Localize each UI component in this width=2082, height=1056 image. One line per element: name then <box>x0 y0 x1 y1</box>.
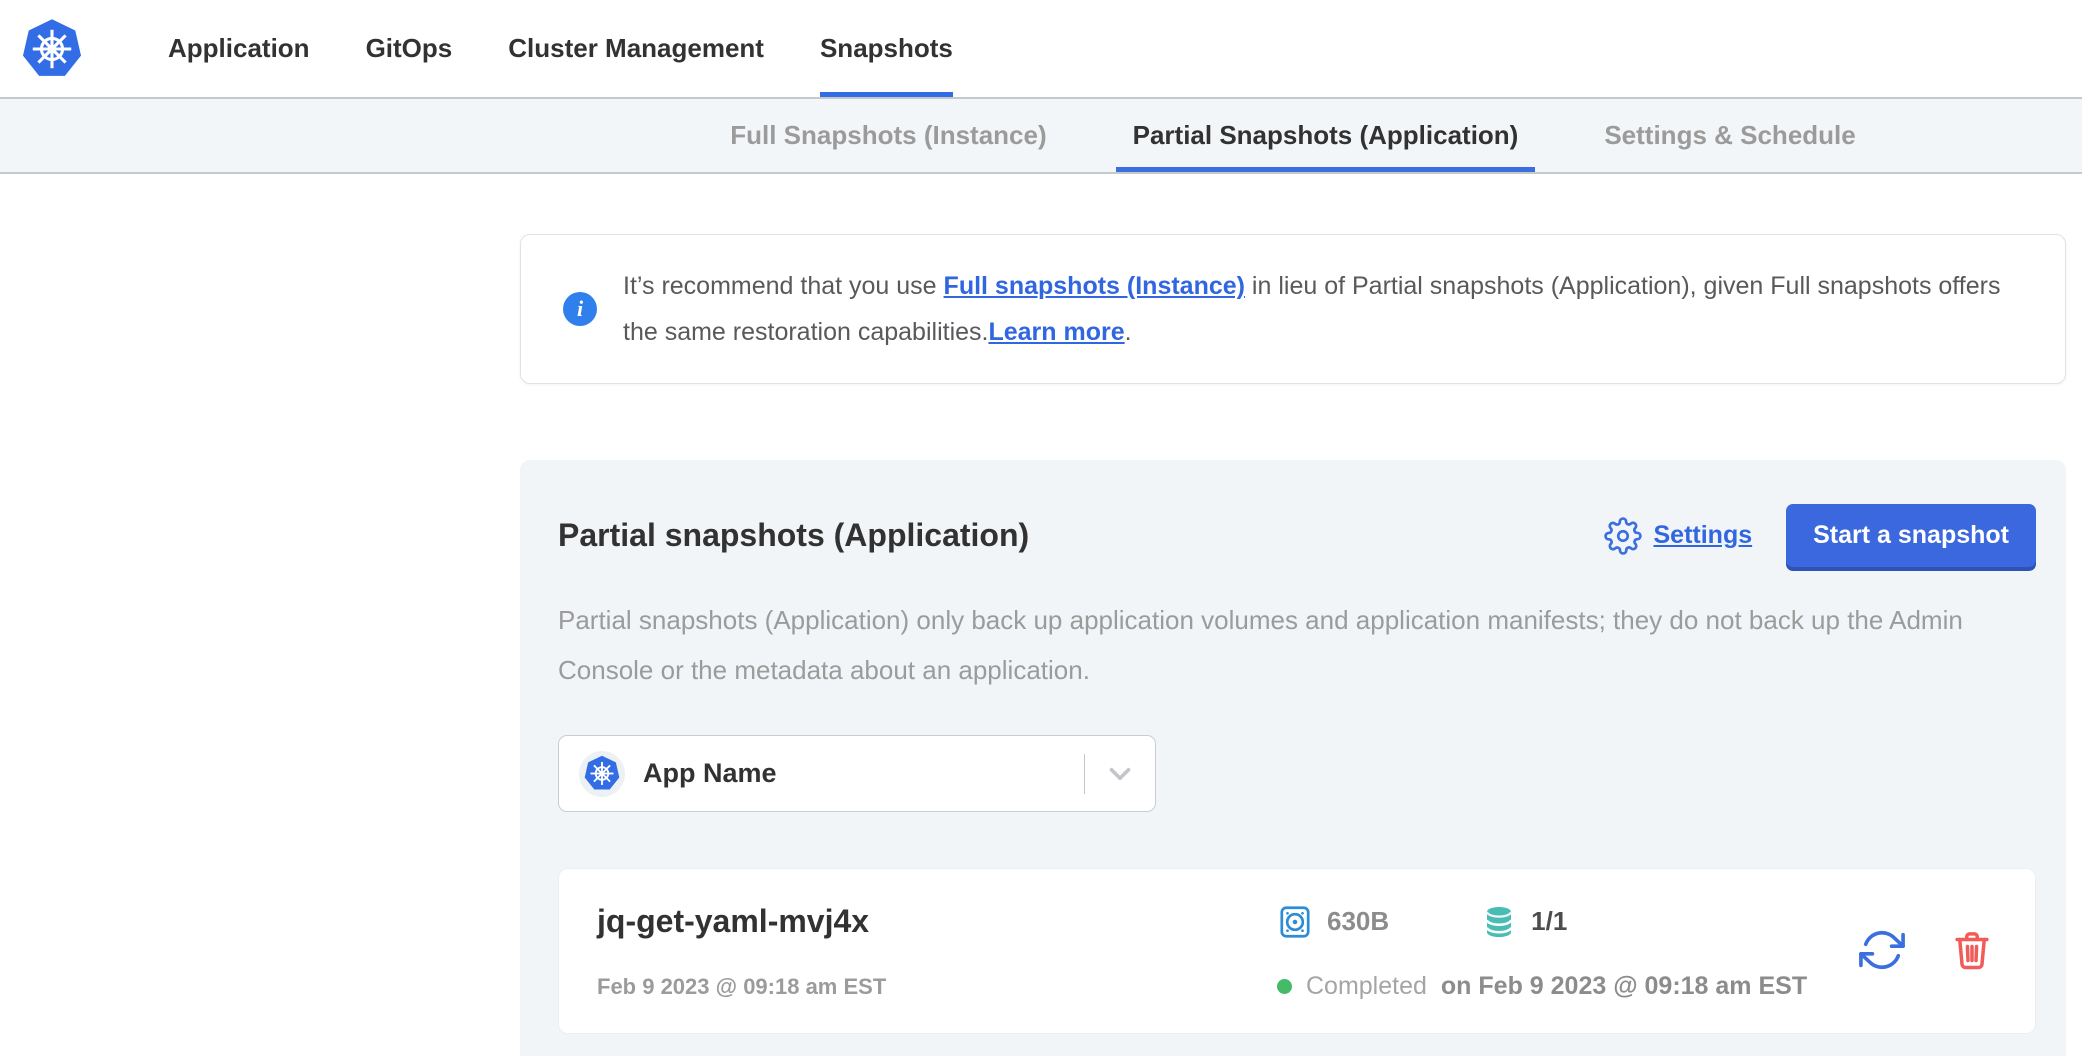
status-detail: on Feb 9 2023 @ 09:18 am EST <box>1441 972 1807 1001</box>
tab-settings-schedule[interactable]: Settings & Schedule <box>1587 99 1872 172</box>
status-dot-icon <box>1277 979 1292 994</box>
delete-icon[interactable] <box>1951 929 1993 976</box>
info-banner-text: It’s recommend that you use Full snapsho… <box>623 263 2023 355</box>
snapshot-row: jq-get-yaml-mvj4x 630B <box>558 868 2036 1034</box>
partial-snapshots-panel: Partial snapshots (Application) Settings… <box>520 460 2066 1056</box>
start-snapshot-button[interactable]: Start a snapshot <box>1786 504 2036 567</box>
settings-link-label: Settings <box>1654 521 1753 550</box>
nav-item-snapshots[interactable]: Snapshots <box>820 0 953 97</box>
info-text-after: . <box>1125 318 1132 346</box>
snapshot-size-value: 630B <box>1327 906 1389 937</box>
settings-link[interactable]: Settings <box>1604 517 1753 555</box>
nav-item-gitops[interactable]: GitOps <box>366 0 453 97</box>
info-text-before: It’s recommend that you use <box>623 272 944 300</box>
kubernetes-logo <box>20 0 84 97</box>
disk-icon <box>1277 904 1313 940</box>
tab-full-snapshots[interactable]: Full Snapshots (Instance) <box>713 99 1063 172</box>
nav-item-cluster-management[interactable]: Cluster Management <box>508 0 764 97</box>
snapshot-size: 630B <box>1277 904 1389 940</box>
snapshot-created-date: Feb 9 2023 @ 09:18 am EST <box>597 974 1277 1000</box>
snapshot-status: Completed on Feb 9 2023 @ 09:18 am EST <box>1277 972 1823 1001</box>
tab-partial-snapshots[interactable]: Partial Snapshots (Application) <box>1116 99 1536 172</box>
database-icon <box>1481 904 1517 940</box>
snapshot-volumes-value: 1/1 <box>1531 906 1567 937</box>
main-content: i It’s recommend that you use Full snaps… <box>520 234 2066 1056</box>
panel-title: Partial snapshots (Application) <box>558 517 1029 554</box>
restore-icon[interactable] <box>1859 927 1905 978</box>
app-name-select[interactable]: App Name <box>558 735 1156 812</box>
nav-item-application[interactable]: Application <box>168 0 310 97</box>
learn-more-link[interactable]: Learn more <box>988 318 1124 346</box>
snapshots-sub-navigation: Full Snapshots (Instance) Partial Snapsh… <box>0 97 2082 174</box>
info-icon: i <box>563 292 597 326</box>
kubernetes-app-icon <box>579 751 625 797</box>
top-navigation: Application GitOps Cluster Management Sn… <box>0 0 2082 97</box>
full-snapshots-link[interactable]: Full snapshots (Instance) <box>944 272 1245 300</box>
snapshot-volumes: 1/1 <box>1481 904 1567 940</box>
chevron-down-icon[interactable] <box>1085 757 1155 791</box>
gear-icon <box>1604 517 1642 555</box>
snapshot-name: jq-get-yaml-mvj4x <box>597 903 1277 940</box>
app-select-value: App Name <box>643 758 1084 789</box>
panel-description: Partial snapshots (Application) only bac… <box>558 595 2036 695</box>
info-banner: i It’s recommend that you use Full snaps… <box>520 234 2066 384</box>
status-label: Completed <box>1306 972 1427 1001</box>
